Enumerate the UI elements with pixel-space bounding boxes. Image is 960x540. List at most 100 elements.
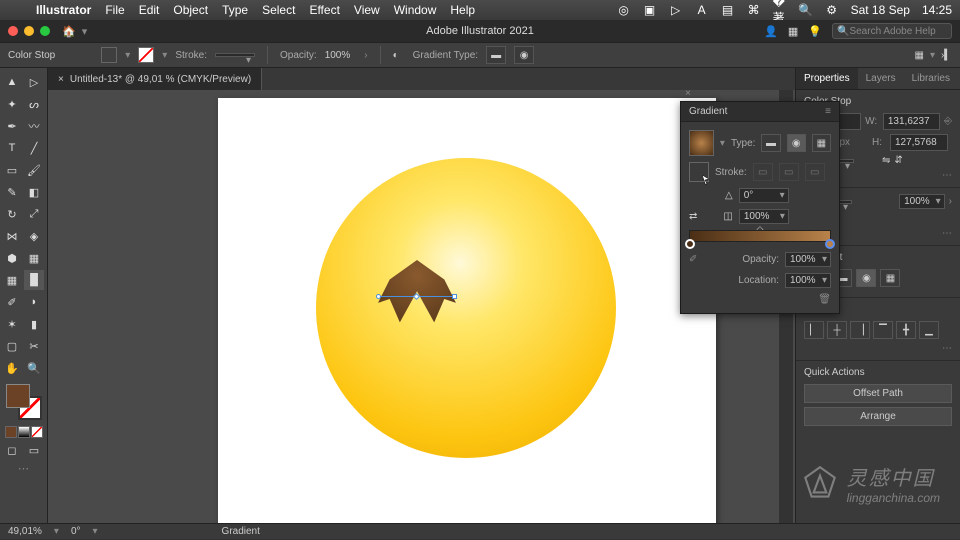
flag-icon[interactable]: ▤ (721, 3, 735, 17)
zoom-display[interactable]: 49,01% (8, 526, 42, 537)
minimize-window-button[interactable] (24, 26, 34, 36)
h-field[interactable]: 127,5768 (890, 134, 948, 151)
zoom-tool[interactable]: 🔍 (24, 358, 44, 378)
gp-radial[interactable]: ◉ (787, 134, 806, 152)
bluetooth-icon[interactable]: ⌘ (747, 3, 761, 17)
gp-location-field[interactable]: 100% (785, 273, 831, 288)
screen-mode[interactable]: ▭ (24, 440, 44, 460)
draw-mode[interactable]: ◻ (2, 440, 22, 460)
linear-grad-button[interactable]: ▬ (486, 46, 506, 64)
expand-panels-icon[interactable]: ›▍ (941, 50, 952, 61)
gradient-panel[interactable]: × Gradient ≡ ▾ Type: ▬ ◉ ▦ Stroke: ▭ ▭ ▭… (680, 101, 840, 314)
free-transform-tool[interactable]: ◈ (24, 226, 44, 246)
direct-selection-tool[interactable]: ▷ (24, 72, 44, 92)
gp-stroke-swatch[interactable] (689, 162, 709, 182)
menu-select[interactable]: Select (262, 3, 295, 17)
menu-effect[interactable]: Effect (309, 3, 339, 17)
quick-arrange[interactable]: Arrange (804, 407, 952, 426)
record-icon[interactable]: ▣ (643, 3, 657, 17)
gradient-stop-1[interactable] (825, 239, 835, 249)
align-top[interactable]: ▔ (873, 321, 893, 339)
gp-opacity-field[interactable]: 100% (785, 252, 831, 267)
gradient-tool[interactable]: █ (24, 270, 44, 290)
arrange-docs-icon[interactable]: ▦ (788, 25, 798, 38)
gradient-end-handle[interactable] (452, 294, 457, 299)
menubar-time[interactable]: 14:25 (922, 3, 952, 17)
help-icon[interactable]: 💡 (808, 25, 822, 38)
eyedropper-tool[interactable]: ✐ (2, 292, 22, 312)
cc-icon[interactable]: ◎ (617, 3, 631, 17)
reverse-gradient-icon[interactable]: ⇄ (689, 211, 697, 222)
play-icon[interactable]: ▷ (669, 3, 683, 17)
home-icon[interactable]: 🏠 (62, 25, 76, 38)
align-vcenter[interactable]: ╋ (896, 321, 916, 339)
type-tool[interactable]: T (2, 138, 22, 158)
document-tab[interactable]: × Untitled-13* @ 49,01 % (CMYK/Preview) (48, 68, 262, 90)
menu-edit[interactable]: Edit (139, 3, 160, 17)
shape-builder-tool[interactable]: ⬢ (2, 248, 22, 268)
gradient-mode-btn[interactable] (18, 426, 30, 438)
prop-freeform-btn[interactable]: ▦ (880, 269, 900, 287)
rotate-tool[interactable]: ↻ (2, 204, 22, 224)
stroke-weight[interactable] (215, 53, 255, 57)
menu-window[interactable]: Window (394, 3, 437, 17)
align-bottom[interactable]: ▁ (919, 321, 939, 339)
symbol-sprayer-tool[interactable]: ✶ (2, 314, 22, 334)
gp-angle[interactable]: 0° (739, 188, 789, 203)
essentials-layout-icon[interactable]: ▦ (914, 50, 923, 61)
tab-properties[interactable]: Properties (796, 68, 858, 89)
eyedropper-icon[interactable]: ✐ (689, 254, 697, 265)
color-mode-btn[interactable] (5, 426, 17, 438)
lasso-tool[interactable]: ᔕ (24, 94, 44, 114)
menu-type[interactable]: Type (222, 3, 248, 17)
quick-offset-path[interactable]: Offset Path (804, 384, 952, 403)
artboard-tool[interactable]: ▢ (2, 336, 22, 356)
pen-tool[interactable]: ✒ (2, 116, 22, 136)
app-name[interactable]: Illustrator (36, 3, 91, 17)
maximize-window-button[interactable] (40, 26, 50, 36)
gradient-stop-0[interactable] (685, 239, 695, 249)
menubar-date[interactable]: Sat 18 Sep (851, 3, 910, 17)
edit-toolbar[interactable]: ⋯ (2, 462, 45, 475)
eraser-tool[interactable]: ◧ (24, 182, 44, 202)
menu-file[interactable]: File (105, 3, 124, 17)
prop-radial-btn[interactable]: ◉ (856, 269, 876, 287)
radial-grad-button[interactable]: ◉ (514, 46, 534, 64)
fill-swatch[interactable] (101, 47, 117, 63)
none-mode-btn[interactable] (31, 426, 43, 438)
slice-tool[interactable]: ✂ (24, 336, 44, 356)
rotate-display[interactable]: 0° (71, 526, 81, 537)
opacity-value[interactable]: 100% (325, 50, 351, 61)
gp-linear[interactable]: ▬ (761, 134, 780, 152)
align-left[interactable]: ▏ (804, 321, 824, 339)
tab-libraries[interactable]: Libraries (904, 68, 958, 89)
blend-tool[interactable]: ◗ (24, 292, 44, 312)
menu-view[interactable]: View (354, 3, 380, 17)
delete-stop-icon[interactable]: 🗑 (689, 294, 831, 305)
spotlight-icon[interactable]: 🔍 (799, 3, 813, 17)
hand-tool[interactable]: ✋ (2, 358, 22, 378)
magic-wand-tool[interactable]: ✦ (2, 94, 22, 114)
gp-freeform[interactable]: ▦ (812, 134, 831, 152)
sun-shape[interactable] (316, 158, 616, 458)
menu-object[interactable]: Object (173, 3, 208, 17)
gradient-preview-swatch[interactable] (689, 130, 714, 156)
mesh-tool[interactable]: ▦ (2, 270, 22, 290)
selection-tool[interactable]: ▲ (2, 72, 22, 92)
gradient-ramp[interactable] (689, 230, 831, 242)
more-align-icon[interactable]: ⋯ (804, 343, 952, 354)
curvature-tool[interactable]: 〰 (24, 116, 44, 136)
cloud-user-icon[interactable]: 👤 (764, 25, 778, 38)
apple-icon[interactable] (8, 3, 22, 17)
width-tool[interactable]: ⋈ (2, 226, 22, 246)
wifi-icon[interactable]: �著 (773, 3, 787, 17)
eyebrow-shape[interactable] (378, 260, 456, 320)
rectangle-tool[interactable]: ▭ (2, 160, 22, 180)
tab-layers[interactable]: Layers (858, 68, 904, 89)
paintbrush-tool[interactable]: 🖌 (24, 160, 44, 180)
control-center-icon[interactable]: ⚙ (825, 3, 839, 17)
w-field[interactable]: 131,6237 (883, 113, 940, 130)
line-tool[interactable]: ╱ (24, 138, 44, 158)
recolor-icon[interactable]: ◐ (393, 50, 399, 61)
graph-tool[interactable]: ▮ (24, 314, 44, 334)
